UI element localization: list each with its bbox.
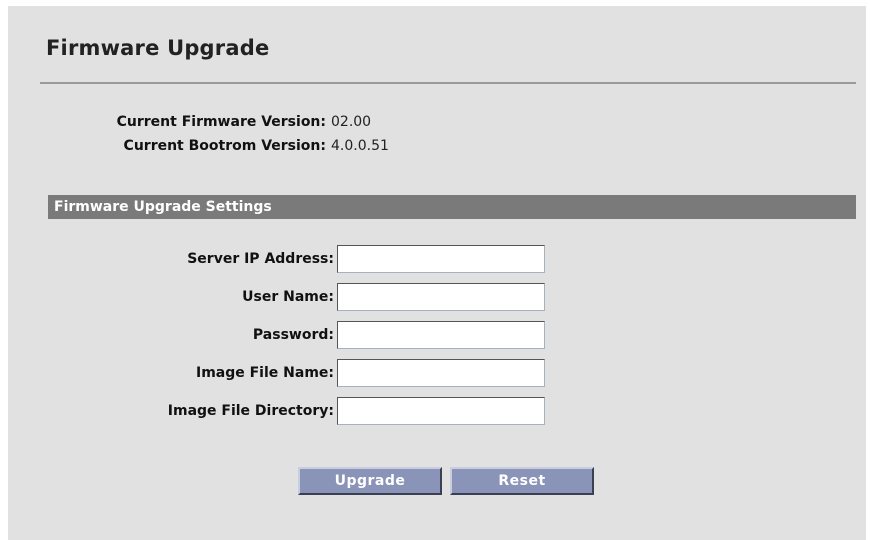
bootrom-version-row: Current Bootrom Version: 4.0.0.51 <box>48 138 389 154</box>
password-label: Password: <box>252 327 334 343</box>
title-divider <box>40 82 856 84</box>
section-header: Firmware Upgrade Settings <box>48 195 856 219</box>
page-title: Firmware Upgrade <box>46 36 270 60</box>
server-ip-input[interactable] <box>337 245 545 273</box>
user-name-label: User Name: <box>242 289 334 305</box>
bootrom-version-label: Current Bootrom Version: <box>123 138 326 154</box>
user-name-input[interactable] <box>337 283 545 311</box>
bootrom-version-value: 4.0.0.51 <box>331 138 389 154</box>
password-input[interactable] <box>337 321 545 349</box>
firmware-version-row: Current Firmware Version: 02.00 <box>48 114 371 130</box>
firmware-version-value: 02.00 <box>331 114 372 130</box>
image-file-directory-input[interactable] <box>337 397 545 425</box>
server-ip-label: Server IP Address: <box>187 251 334 267</box>
image-file-name-label: Image File Name: <box>195 365 334 381</box>
image-file-name-input[interactable] <box>337 359 545 387</box>
content-panel: Firmware Upgrade Current Firmware Versio… <box>8 6 866 540</box>
firmware-version-label: Current Firmware Version: <box>116 114 326 130</box>
reset-button[interactable]: Reset <box>450 467 594 495</box>
image-file-directory-label: Image File Directory: <box>167 403 334 419</box>
upgrade-button[interactable]: Upgrade <box>298 467 442 495</box>
